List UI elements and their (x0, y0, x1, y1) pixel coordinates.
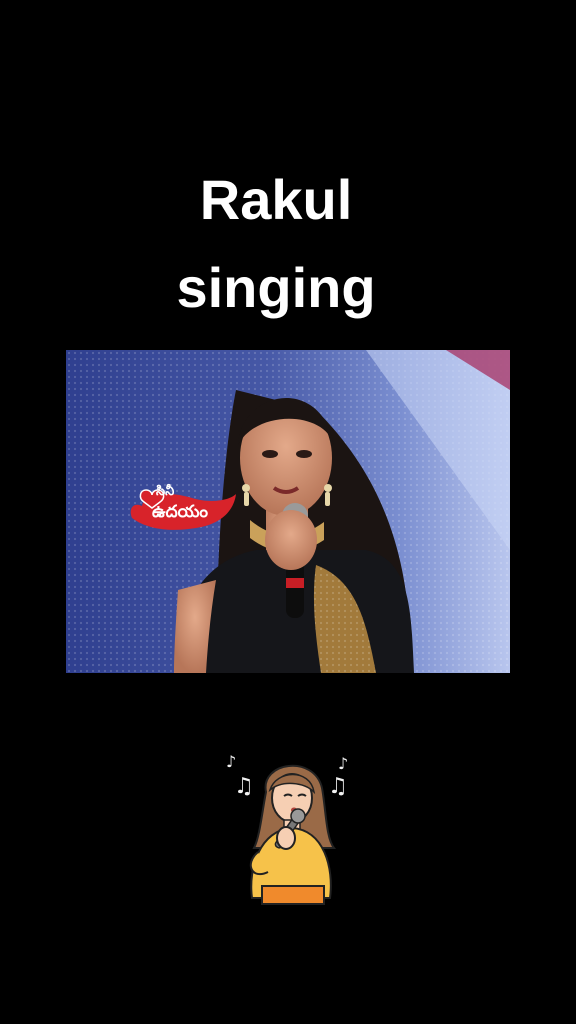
video-frame[interactable]: సినీ ఉదయం (66, 350, 510, 673)
logo-top-text: సినీ (156, 484, 175, 499)
channel-logo: సినీ ఉదయం (126, 484, 238, 534)
caption-line-2: singing (176, 256, 376, 319)
singing-girl-with-microphone-icon (249, 764, 337, 905)
logo-main-text: ఉదయం (152, 502, 209, 522)
singing-girl-sticker: ♪ ♫ ♪ ♫ (222, 748, 358, 908)
caption-line-1: Rakul (199, 168, 353, 231)
